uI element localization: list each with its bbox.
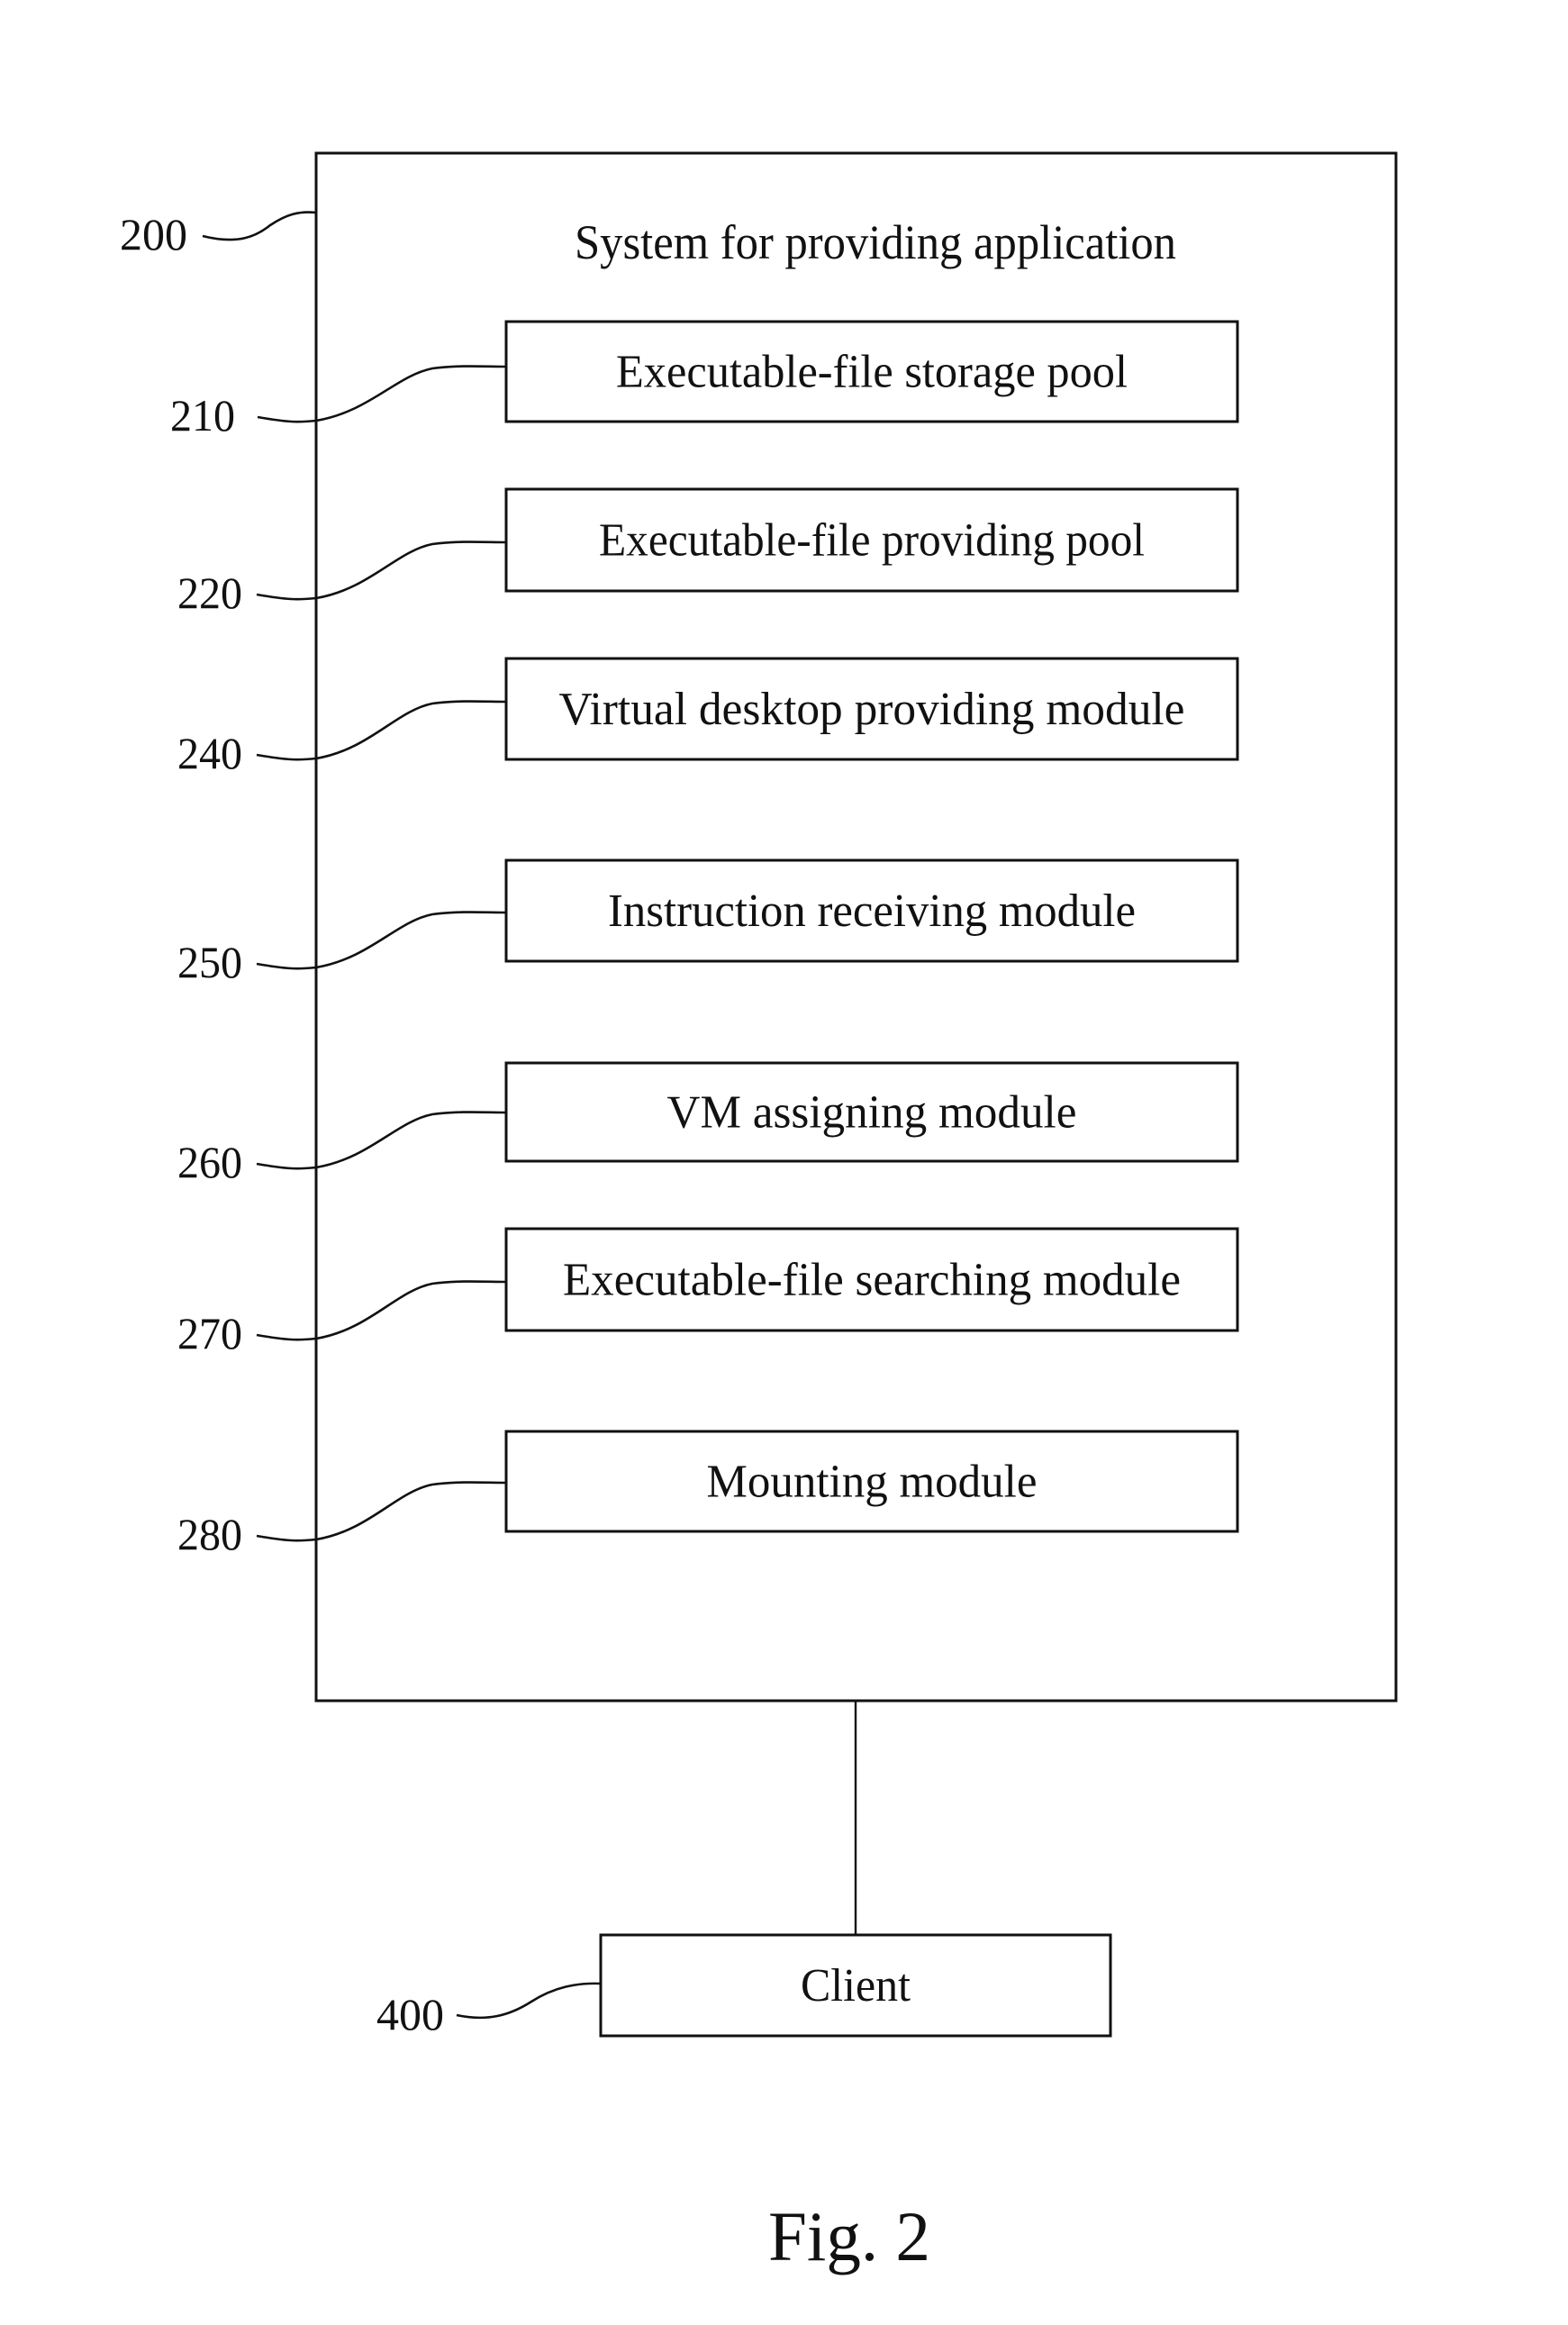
system-title: System for providing application bbox=[575, 215, 1176, 269]
module-270: Executable-file searching module 270 bbox=[177, 1227, 1239, 1358]
module-280: Mounting module 280 bbox=[177, 1430, 1239, 1559]
module-leader-line bbox=[256, 1280, 507, 1341]
module-ref-label: 280 bbox=[177, 1509, 242, 1559]
client-leader-line bbox=[456, 1982, 602, 2020]
module-leader-line bbox=[257, 365, 507, 423]
module-label: Mounting module bbox=[707, 1457, 1038, 1508]
diagram-canvas: System for providing application 200 Exe… bbox=[120, 151, 1398, 2275]
module-leader-line bbox=[256, 1111, 507, 1170]
module-220: Executable-file providing pool 220 bbox=[177, 487, 1239, 618]
module-240: Virtual desktop providing module 240 bbox=[177, 657, 1239, 778]
module-list: Executable-file storage pool210Executabl… bbox=[170, 320, 1239, 1559]
module-leader-line bbox=[256, 700, 507, 761]
client-block: Client 400 bbox=[376, 1933, 1112, 2039]
module-ref-label: 240 bbox=[177, 728, 242, 778]
module-label: Executable-file storage pool bbox=[616, 347, 1128, 398]
module-label: Executable-file providing pool bbox=[599, 515, 1145, 567]
module-leader-line bbox=[256, 1481, 507, 1542]
module-260: VM assigning module 260 bbox=[177, 1061, 1239, 1187]
client-ref-label: 400 bbox=[376, 1989, 444, 2039]
system-ref-label: 200 bbox=[120, 209, 187, 259]
client-label: Client bbox=[801, 1960, 911, 2012]
module-label: VM assigning module bbox=[667, 1087, 1077, 1139]
module-label: Virtual desktop providing module bbox=[559, 684, 1185, 735]
module-label: Instruction receiving module bbox=[608, 885, 1136, 937]
figure-caption: Fig. 2 bbox=[768, 2197, 930, 2275]
module-leader-line bbox=[256, 540, 507, 601]
module-ref-label: 270 bbox=[177, 1308, 242, 1358]
module-ref-label: 260 bbox=[177, 1137, 242, 1187]
system-leader-line bbox=[202, 211, 317, 241]
module-ref-label: 250 bbox=[177, 937, 242, 987]
module-leader-line bbox=[256, 911, 507, 970]
module-ref-label: 220 bbox=[177, 568, 242, 618]
module-210: Executable-file storage pool 210 bbox=[170, 320, 1239, 440]
module-250: Instruction receiving module 250 bbox=[177, 858, 1239, 987]
module-ref-label: 210 bbox=[170, 390, 235, 440]
module-label: Executable-file searching module bbox=[563, 1255, 1181, 1306]
